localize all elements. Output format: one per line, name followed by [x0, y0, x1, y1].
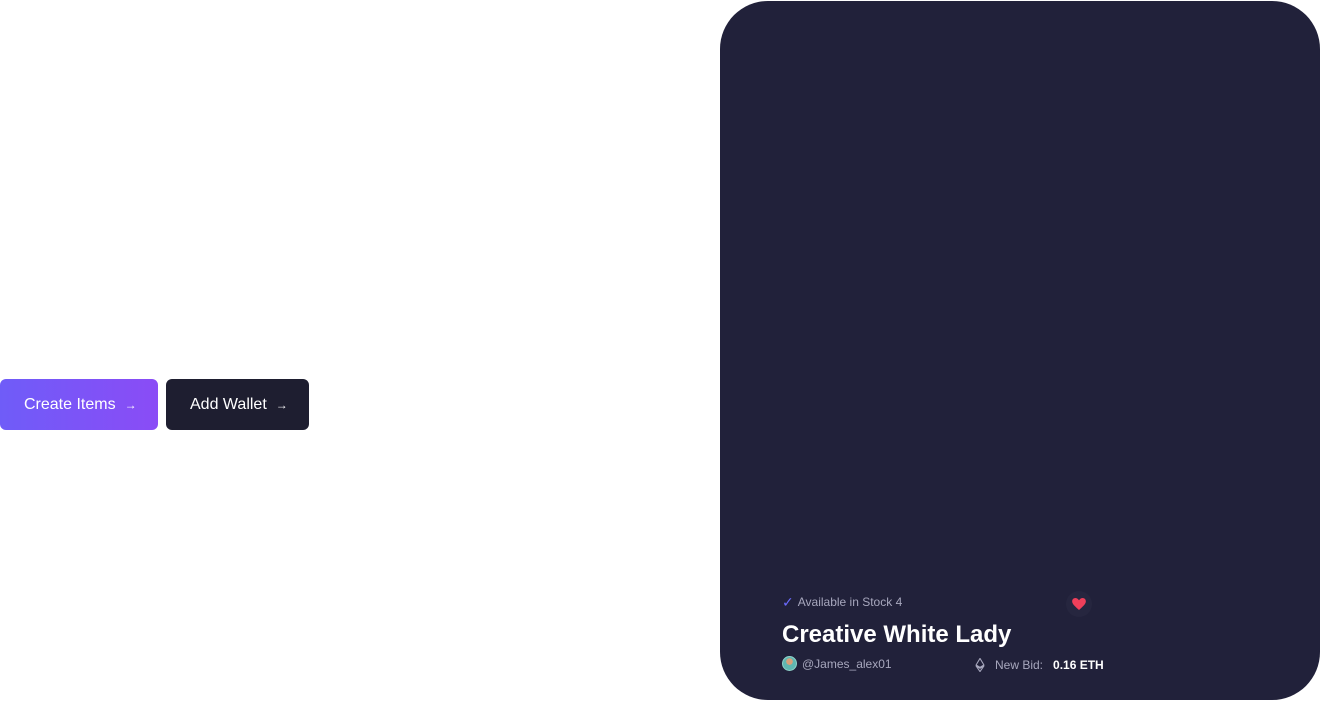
- card-title: Creative White Lady: [782, 621, 1012, 648]
- add-wallet-button[interactable]: Add Wallet →: [166, 379, 309, 430]
- ethereum-icon: [975, 658, 985, 672]
- heart-icon: [1072, 598, 1086, 610]
- bid-value: 0.16 ETH: [1053, 658, 1104, 672]
- avatar: [782, 656, 797, 671]
- nft-card[interactable]: ✓ Available in Stock 4 Creative White La…: [720, 1, 1320, 700]
- add-wallet-label: Add Wallet: [190, 395, 267, 413]
- stock-status: ✓ Available in Stock 4: [782, 595, 902, 609]
- arrow-right-icon: →: [275, 397, 288, 412]
- like-button[interactable]: [1066, 591, 1092, 617]
- owner-handle: @James_alex01: [802, 656, 892, 671]
- owner-link[interactable]: @James_alex01: [782, 656, 892, 671]
- stock-text: Available in Stock 4: [797, 595, 903, 609]
- bid-info: New Bid: 0.16 ETH: [975, 658, 1104, 672]
- create-items-button[interactable]: Create Items →: [0, 379, 158, 430]
- action-buttons: Create Items → Add Wallet →: [0, 379, 309, 430]
- bid-label: New Bid:: [995, 658, 1044, 672]
- create-items-label: Create Items: [24, 395, 116, 413]
- check-icon: ✓: [782, 594, 794, 610]
- page: Create Items → Add Wallet → ✓ Available …: [0, 0, 1320, 701]
- arrow-right-icon: →: [124, 397, 137, 412]
